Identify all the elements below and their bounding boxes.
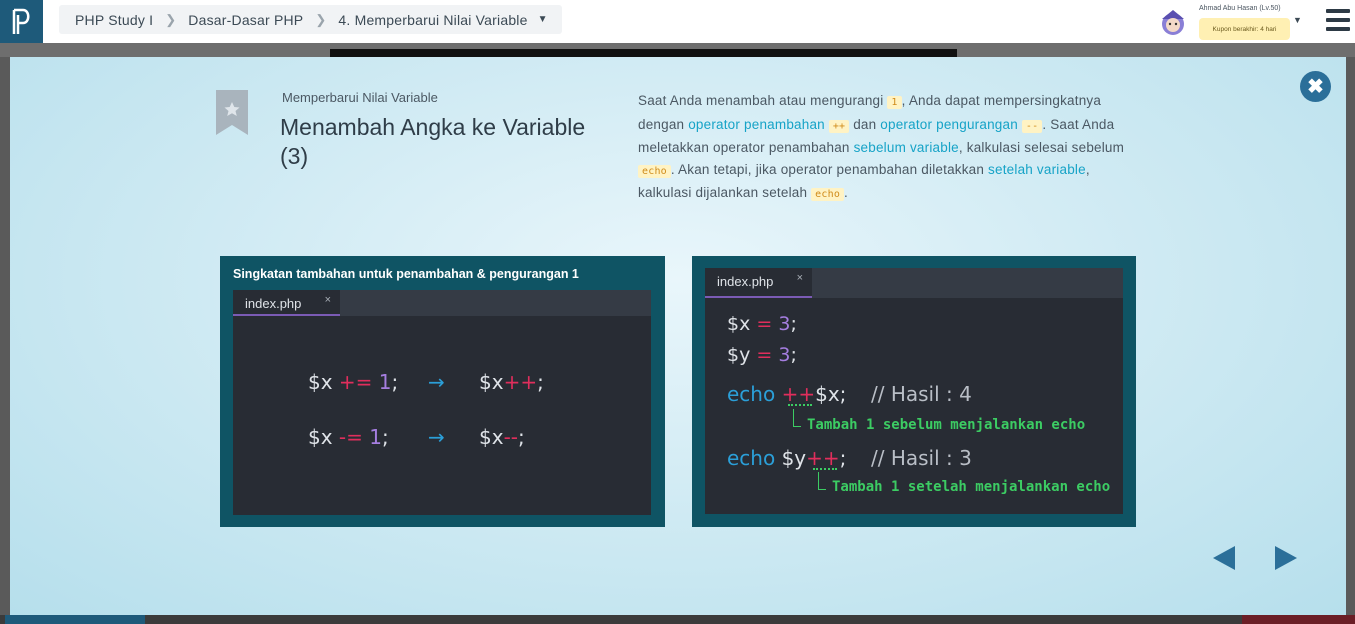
lesson-title: Menambah Angka ke Variable (3) bbox=[280, 114, 586, 169]
caret-down-icon[interactable]: ▼ bbox=[1293, 15, 1302, 25]
editor-tab: index.php × bbox=[705, 268, 812, 298]
annotation-note: Tambah 1 sebelum menjalankan echo bbox=[807, 417, 1086, 433]
annotation-bracket bbox=[818, 472, 826, 490]
bookmark-icon[interactable] bbox=[216, 90, 248, 135]
chevron-right-icon: ❯ bbox=[315, 11, 327, 27]
avatar bbox=[1162, 10, 1184, 35]
inline-code: ++ bbox=[828, 119, 850, 133]
previous-slide-icon[interactable] bbox=[1213, 546, 1235, 570]
next-slide-icon[interactable] bbox=[1275, 546, 1297, 570]
code-line: $x += 1; bbox=[308, 370, 399, 394]
arrow-right-icon: → bbox=[428, 370, 445, 394]
highlight-term: operator penambahan bbox=[688, 116, 825, 132]
background-footer bbox=[0, 615, 1355, 624]
editor-tab-bar: index.php × bbox=[705, 268, 1123, 298]
code-line: $x -= 1; bbox=[308, 425, 389, 449]
lesson-description: Saat Anda menambah atau mengurangi 1, An… bbox=[638, 93, 1125, 201]
caret-down-icon[interactable]: ▼ bbox=[538, 14, 548, 25]
lesson-subtitle: Memperbarui Nilai Variable bbox=[282, 90, 438, 105]
background-footer-accent bbox=[5, 615, 145, 624]
chevron-right-icon: ❯ bbox=[165, 11, 177, 27]
code-line: $x++; bbox=[479, 370, 544, 394]
tab-label: index.php bbox=[245, 296, 302, 311]
tab-label: index.php bbox=[717, 274, 774, 289]
editor-tab-bar: index.php × bbox=[233, 290, 651, 316]
close-icon[interactable]: ✖ bbox=[1300, 71, 1331, 102]
close-icon: × bbox=[796, 272, 803, 284]
slide-shorthand: Singkatan tambahan untuk penambahan & pe… bbox=[220, 256, 665, 527]
inline-code: echo bbox=[811, 188, 845, 201]
highlight-term: sebelum variable bbox=[853, 140, 959, 155]
code-line: $y = 3; bbox=[727, 344, 797, 366]
top-bar: PHP Study I ❯ Dasar-Dasar PHP ❯ 4. Mempe… bbox=[0, 0, 1355, 43]
annotation-bracket bbox=[793, 409, 801, 427]
underline-mark bbox=[788, 402, 812, 406]
code-comment: // Hasil : 4 bbox=[871, 382, 972, 406]
logo[interactable] bbox=[0, 0, 43, 43]
code-line: $x = 3; bbox=[727, 313, 797, 335]
slide-heading: Singkatan tambahan untuk penambahan & pe… bbox=[233, 267, 579, 281]
inline-code: -- bbox=[1021, 119, 1043, 133]
breadcrumb: PHP Study I ❯ Dasar-Dasar PHP ❯ 4. Mempe… bbox=[59, 5, 562, 34]
breadcrumb-lesson[interactable]: 4. Memperbarui Nilai Variable bbox=[338, 12, 527, 28]
user-name: Ahmad Abu Hasan (Lv.50) bbox=[1199, 5, 1281, 12]
highlight-term: setelah variable bbox=[988, 161, 1086, 177]
annotation-note: Tambah 1 setelah menjalankan echo bbox=[832, 479, 1111, 495]
lesson-slide-modal: ✖ Memperbarui Nilai Variable Menambah An… bbox=[10, 57, 1346, 615]
close-icon: × bbox=[324, 294, 331, 306]
editor-tab: index.php × bbox=[233, 290, 340, 316]
slide-example: index.php × $x = 3; $y = 3; echo ++$x; /… bbox=[692, 256, 1136, 527]
code-comment: // Hasil : 3 bbox=[871, 446, 972, 470]
code-editor: index.php × $x += 1; → $x++; $x -= 1; → … bbox=[233, 290, 651, 515]
code-editor: index.php × $x = 3; $y = 3; echo ++$x; /… bbox=[705, 268, 1123, 514]
underline-mark bbox=[813, 466, 837, 470]
background-footer-button bbox=[1242, 615, 1355, 624]
coupon-badge: Kupon berakhir: 4 hari bbox=[1199, 18, 1290, 40]
arrow-right-icon: → bbox=[428, 425, 445, 449]
breadcrumb-chapter[interactable]: Dasar-Dasar PHP bbox=[188, 12, 303, 28]
hamburger-menu-icon[interactable] bbox=[1326, 9, 1350, 31]
breadcrumb-course[interactable]: PHP Study I bbox=[75, 12, 153, 28]
logo-icon bbox=[12, 8, 29, 34]
inline-code: 1 bbox=[887, 96, 902, 109]
highlight-term: operator pengurangan bbox=[880, 116, 1018, 132]
code-line: $x--; bbox=[479, 425, 525, 449]
inline-code: echo bbox=[638, 164, 671, 178]
code-line: echo ++$x; bbox=[727, 382, 847, 406]
